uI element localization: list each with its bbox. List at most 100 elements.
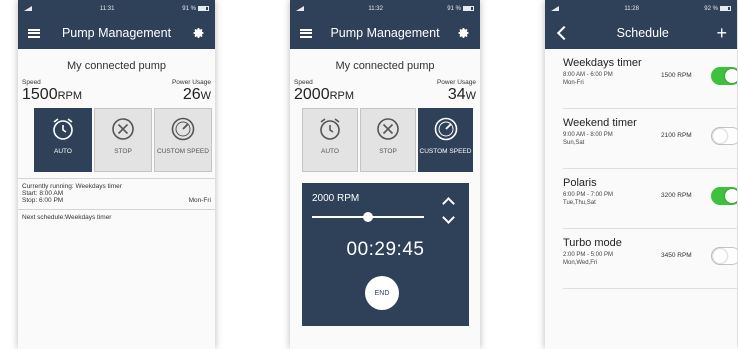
app-header: 11:28 92 % Schedule +	[545, 0, 737, 49]
schedule-name: Turbo mode	[563, 237, 622, 249]
status-bar: 11:32 91 %	[290, 0, 480, 17]
chevron-up-icon[interactable]	[442, 197, 455, 210]
pump-name: My connected pump	[335, 60, 435, 72]
status-bar: 11:31 91 %	[18, 0, 215, 17]
speed-unit: RPM	[57, 90, 83, 102]
next-schedule-text: Next schedule:Weekdays timer	[22, 214, 112, 221]
app-header: 11:32 91 % Pump Management	[290, 0, 480, 49]
schedule-item[interactable]: Weekend timer 9:00 AM - 8:00 PM Sun,Sat …	[563, 109, 737, 169]
mode-label: AUTO	[54, 148, 72, 155]
schedule-time: 2:00 PM - 5:00 PM Mon,Wed,Fri	[563, 252, 613, 267]
status-time: 11:28	[624, 5, 639, 12]
app-header: 11:31 91 % Pump Management	[18, 0, 215, 49]
power-readout: 34W	[448, 86, 476, 104]
page-title: Schedule	[616, 26, 669, 40]
power-value: 34	[447, 86, 466, 103]
status-right: 91 %	[447, 6, 474, 12]
status-right: 92 %	[704, 6, 731, 12]
schedule-time-range: 8:00 AM - 6:00 PM	[563, 72, 613, 78]
speed-value: 1500	[22, 86, 58, 103]
stop-row: Stop: 6:00 PM Mon-Fri	[22, 197, 211, 205]
days-text: Mon-Fri	[188, 197, 211, 204]
schedule-rpm: 3200 RPM	[661, 192, 692, 199]
title-row: Pump Management	[290, 17, 480, 49]
speed-values: 2000RPM 34W	[290, 86, 480, 106]
slider-knob[interactable]	[363, 212, 373, 222]
battery-percent: 91 %	[182, 5, 196, 12]
battery-icon	[462, 6, 474, 11]
alarm-clock-icon	[320, 118, 340, 140]
schedule-time-range: 6:00 PM - 7:00 PM	[563, 192, 614, 198]
status-time: 11:31	[99, 5, 115, 12]
settings-gear-icon[interactable]	[193, 27, 205, 39]
pump-name: My connected pump	[66, 60, 167, 72]
mode-stop-button[interactable]: STOP	[94, 108, 152, 172]
mode-custom-speed-button[interactable]: CUSTOM SPEED	[418, 108, 473, 172]
mode-stop-button[interactable]: STOP	[360, 108, 416, 172]
toggle-knob	[713, 129, 727, 143]
mode-auto-button[interactable]: AUTO	[34, 108, 92, 172]
divider	[18, 178, 215, 179]
mode-selector: AUTO STOP CUSTOM SPEED	[18, 108, 215, 172]
schedule-item[interactable]: Polaris 6:00 PM - 7:00 PM Tue,Thu,Sat 32…	[563, 169, 737, 229]
battery-icon	[197, 6, 209, 11]
speed-readout: 1500RPM	[22, 86, 82, 104]
signal-icon	[551, 6, 559, 11]
speed-unit: RPM	[329, 90, 355, 102]
schedule-days: Tue,Thu,Sat	[563, 199, 596, 206]
back-chevron-icon[interactable]	[556, 25, 572, 41]
menu-icon[interactable]	[300, 28, 312, 38]
start-text: Start: 8:00 AM	[22, 190, 64, 197]
schedule-days: Sun,Sat	[563, 139, 585, 146]
battery-icon	[719, 6, 731, 11]
schedule-toggle[interactable]	[711, 187, 737, 205]
signal-icon	[24, 6, 32, 11]
mode-label: STOP	[114, 148, 132, 155]
schedule-item[interactable]: Turbo mode 2:00 PM - 5:00 PM Mon,Wed,Fri…	[563, 229, 737, 289]
custom-speed-panel: 2000 RPM 00:29:45 END	[302, 183, 469, 326]
settings-gear-icon[interactable]	[458, 27, 470, 39]
mode-label: CUSTOM SPEED	[157, 148, 209, 155]
stop-circle-icon	[377, 118, 399, 140]
schedule-toggle[interactable]	[711, 127, 737, 145]
speed-values: 1500RPM 26W	[18, 86, 215, 106]
schedule-time: 8:00 AM - 6:00 PM Mon-Fri	[563, 72, 613, 87]
speed-gauge-icon	[171, 117, 195, 141]
page-title: Pump Management	[330, 26, 440, 40]
schedule-toggle[interactable]	[711, 67, 737, 85]
mode-custom-speed-button[interactable]: CUSTOM SPEED	[154, 108, 212, 172]
chevron-down-icon[interactable]	[442, 211, 455, 224]
speed-label: Speed	[294, 79, 313, 86]
schedule-rpm: 2100 RPM	[661, 132, 692, 139]
end-button[interactable]: END	[365, 276, 399, 310]
status-right: 91 %	[182, 6, 209, 12]
power-usage-label: Power Usage	[436, 79, 476, 86]
schedule-time: 9:00 AM - 8:00 PM Sun,Sat	[563, 132, 613, 147]
title-row: Pump Management	[18, 17, 215, 49]
speed-gauge-icon	[434, 117, 457, 141]
battery-percent: 91 %	[447, 5, 461, 12]
power-readout: 26W	[183, 86, 211, 104]
schedule-name: Weekdays timer	[563, 57, 642, 69]
schedule-item[interactable]: Weekdays timer 8:00 AM - 6:00 PM Mon-Fri…	[563, 49, 737, 109]
rpm-slider[interactable]	[312, 212, 424, 222]
mode-auto-button[interactable]: AUTO	[302, 108, 358, 172]
stop-circle-icon	[112, 118, 134, 140]
power-value: 26	[182, 86, 201, 103]
page-title: Pump Management	[61, 26, 172, 40]
power-unit: W	[200, 90, 211, 102]
mode-label: CUSTOM SPEED	[419, 148, 472, 155]
schedule-rpm: 3450 RPM	[661, 252, 692, 259]
mode-selector: AUTO STOP CUSTOM SPEED	[290, 108, 480, 172]
status-bar: 11:28 92 %	[545, 0, 737, 17]
schedule-time: 6:00 PM - 7:00 PM Tue,Thu,Sat	[563, 192, 613, 207]
mode-label: STOP	[379, 148, 397, 155]
schedule-toggle[interactable]	[711, 247, 737, 265]
pump-management-screen-custom: 11:32 91 % Pump Management My connected …	[290, 0, 480, 349]
countdown-timer: 00:29:45	[346, 239, 425, 260]
schedule-time-range: 9:00 AM - 8:00 PM	[563, 132, 613, 138]
next-schedule: Next schedule:Weekdays timer	[18, 214, 215, 221]
menu-icon[interactable]	[28, 28, 40, 38]
schedule-rpm: 1500 RPM	[661, 72, 692, 79]
add-icon[interactable]: +	[716, 24, 727, 42]
